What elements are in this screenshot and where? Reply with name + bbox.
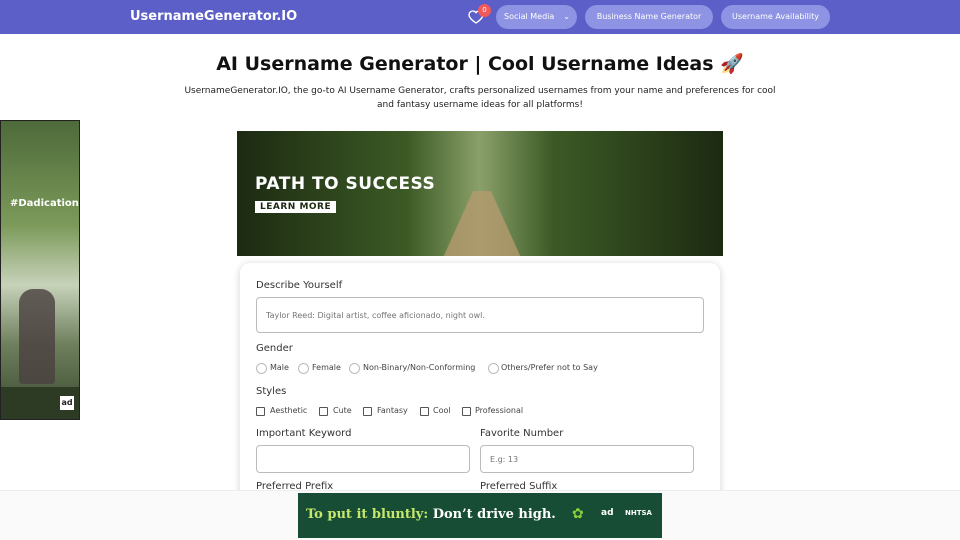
- bottom-ad-message: To put it bluntly: Don’t drive high.: [306, 507, 556, 522]
- chevron-down-icon: ⌄: [563, 12, 570, 21]
- style-checkbox-fantasy[interactable]: [363, 407, 372, 416]
- style-checkbox-cool[interactable]: [420, 407, 429, 416]
- bottom-ad-emphasis: Don’t drive high.: [432, 507, 556, 522]
- style-option-label: Cute: [333, 406, 352, 415]
- business-name-generator-link[interactable]: Business Name Generator: [585, 5, 713, 29]
- side-ad-logos: ad: [1, 387, 79, 419]
- side-ad-photo: [19, 289, 55, 384]
- gender-option-label: Others/Prefer not to Say: [501, 363, 598, 372]
- style-option-label: Cool: [433, 406, 451, 415]
- describe-yourself-input[interactable]: [256, 297, 704, 333]
- style-checkbox-aesthetic[interactable]: [256, 407, 265, 416]
- style-checkbox-professional[interactable]: [462, 407, 471, 416]
- important-keyword-label: Important Keyword: [256, 428, 352, 439]
- banner-advertisement[interactable]: PATH TO SUCCESS LEARN MORE: [237, 131, 723, 256]
- style-option-label: Fantasy: [377, 406, 408, 415]
- side-advertisement[interactable]: #Dadication ad: [0, 120, 80, 420]
- social-media-dropdown[interactable]: Social Media ⌄: [496, 5, 577, 29]
- style-option-label: Aesthetic: [270, 406, 308, 415]
- brand-logo-link[interactable]: UsernameGenerator.IO: [130, 9, 297, 24]
- describe-yourself-label: Describe Yourself: [256, 280, 343, 291]
- gender-radio-non-binary[interactable]: [349, 363, 360, 374]
- style-option-label: Professional: [475, 406, 524, 415]
- styles-label: Styles: [256, 386, 287, 397]
- favorite-number-label: Favorite Number: [480, 428, 564, 439]
- banner-learn-more-button[interactable]: LEARN MORE: [255, 201, 337, 213]
- leaf-icon: ✿: [572, 506, 584, 522]
- gender-radio-male[interactable]: [256, 363, 267, 374]
- style-checkbox-cute[interactable]: [319, 407, 328, 416]
- gender-option-label: Non-Binary/Non-Conforming: [363, 363, 476, 372]
- forest-path-image: [437, 191, 527, 256]
- gender-option-label: Male: [270, 363, 289, 372]
- favorite-number-input[interactable]: [480, 445, 694, 473]
- bottom-advertisement[interactable]: To put it bluntly: Don’t drive high. ✿ a…: [298, 493, 662, 538]
- social-media-label: Social Media: [504, 12, 555, 21]
- bottom-ad-lead: To put it bluntly:: [306, 507, 429, 522]
- gender-radio-female[interactable]: [298, 363, 309, 374]
- top-nav-bar: UsernameGenerator.IO 0 Social Media ⌄ Bu…: [0, 0, 960, 34]
- side-ad-hashtag: #Dadication: [10, 198, 79, 209]
- gender-radio-prefer-not-to-say[interactable]: [488, 363, 499, 374]
- gender-label: Gender: [256, 343, 293, 354]
- ad-council-logo: ad: [60, 396, 74, 410]
- username-availability-link[interactable]: Username Availability: [721, 5, 830, 29]
- favorites-count-badge: 0: [478, 4, 491, 17]
- ad-council-logo: ad: [601, 508, 614, 518]
- page-subtitle: UsernameGenerator.IO, the go-to AI Usern…: [184, 86, 776, 110]
- important-keyword-input[interactable]: [256, 445, 470, 473]
- gender-option-label: Female: [312, 363, 341, 372]
- page-title: AI Username Generator | Cool Username Id…: [216, 53, 744, 75]
- banner-headline: PATH TO SUCCESS: [255, 174, 436, 194]
- nhtsa-logo: NHTSA: [625, 509, 652, 517]
